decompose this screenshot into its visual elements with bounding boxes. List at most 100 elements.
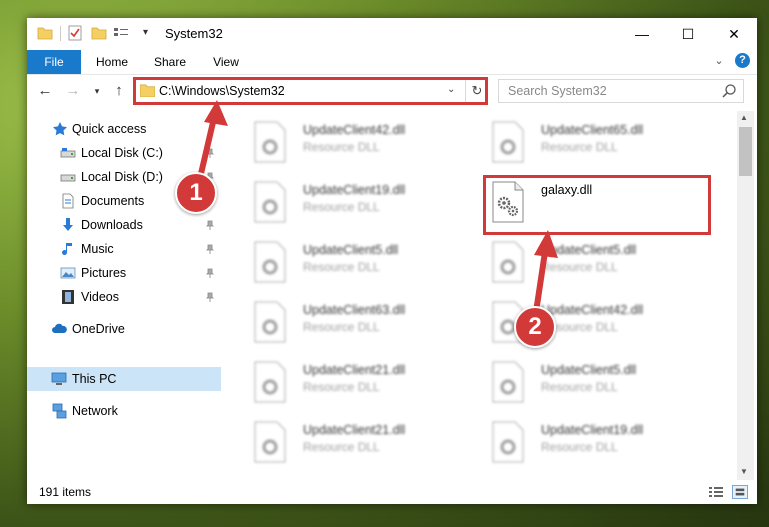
sidebar-item-network[interactable]: Network [27, 399, 221, 423]
properties-check-icon[interactable] [67, 25, 83, 41]
file-type: Resource DLL [541, 260, 618, 274]
file-name: UpdateClient21.dll [303, 423, 406, 437]
chevron-down-icon[interactable]: ⌄ [711, 54, 727, 70]
pin-icon[interactable] [205, 244, 215, 254]
title-bar: ▾ System32 — ☐ ✕ [27, 18, 757, 50]
scroll-thumb[interactable] [739, 127, 752, 176]
list-item[interactable]: UpdateClient5.dll Resource DLL [241, 237, 471, 291]
sidebar-item-this-pc[interactable]: This PC [27, 367, 221, 391]
step-2-badge: 2 [514, 306, 556, 348]
sidebar-item-label: Network [72, 404, 118, 418]
navigation-pane: Quick access Local Disk (C:) Local Disk … [27, 111, 221, 477]
customize-icon[interactable] [113, 25, 129, 41]
item-count: 191 items [39, 485, 92, 499]
file-type: Resource DLL [541, 380, 618, 394]
list-item[interactable]: UpdateClient21.dll Resource DLL [241, 417, 471, 471]
sidebar-item-label: Documents [81, 194, 145, 208]
tab-view[interactable]: View [203, 50, 249, 74]
network-icon [52, 403, 67, 419]
up-arrow-icon[interactable]: ↑ [111, 83, 127, 99]
list-item[interactable]: UpdateClient19.dll Resource DLL [479, 417, 709, 471]
search-input[interactable]: Search System32 [508, 84, 607, 98]
sidebar-item-onedrive[interactable]: OneDrive [27, 317, 221, 341]
scroll-up-icon[interactable]: ▲ [740, 113, 748, 122]
file-name: UpdateClient42.dll [541, 303, 644, 317]
file-name: UpdateClient21.dll [303, 363, 406, 377]
toolbar-separator [60, 26, 61, 41]
folder-icon[interactable] [37, 25, 53, 41]
dll-file-icon [254, 301, 286, 343]
search-icon[interactable] [721, 83, 737, 99]
documents-icon [62, 193, 74, 209]
list-item[interactable]: UpdateClient5.dll Resource DLL [479, 237, 709, 291]
file-name: UpdateClient5.dll [541, 243, 637, 257]
window-title: System32 [165, 26, 223, 41]
sidebar-item-local-disk-c[interactable]: Local Disk (C:) [27, 141, 221, 165]
videos-icon [62, 290, 74, 304]
forward-arrow-icon[interactable]: → [65, 83, 81, 99]
sidebar-item-label: Quick access [72, 122, 147, 136]
scroll-down-icon[interactable]: ▼ [740, 467, 748, 476]
list-item[interactable]: UpdateClient65.dll Resource DLL [479, 117, 709, 171]
sidebar-item-label: OneDrive [72, 322, 125, 336]
file-type: Resource DLL [303, 140, 380, 154]
recent-locations-icon[interactable]: ▾ [89, 83, 105, 99]
minimize-button[interactable]: — [619, 18, 665, 50]
drive-icon [60, 148, 76, 158]
address-bar-highlight [133, 77, 488, 105]
details-view-icon[interactable] [708, 485, 724, 499]
quick-access-dropdown-icon[interactable]: ▾ [143, 27, 148, 38]
star-icon [53, 122, 67, 136]
tab-share[interactable]: Share [145, 50, 195, 74]
search-box[interactable]: Search System32 [498, 79, 744, 103]
pin-icon[interactable] [205, 220, 215, 230]
sidebar-item-quick-access[interactable]: Quick access [27, 117, 221, 141]
pin-icon[interactable] [205, 292, 215, 302]
pin-icon[interactable] [205, 148, 215, 158]
tiles-view-icon[interactable] [732, 485, 748, 499]
dll-file-icon [254, 421, 286, 463]
file-name: UpdateClient5.dll [303, 243, 399, 257]
list-item[interactable]: UpdateClient42.dll Resource DLL [241, 117, 471, 171]
vertical-scrollbar[interactable]: ▲ ▼ [737, 111, 754, 480]
sidebar-item-downloads[interactable]: Downloads [27, 213, 221, 237]
tab-home[interactable]: Home [87, 50, 137, 74]
sidebar-item-label: Downloads [81, 218, 143, 232]
help-button[interactable]: ? [735, 53, 750, 68]
file-type: Resource DLL [541, 440, 618, 454]
sidebar-item-music[interactable]: Music [27, 237, 221, 261]
tab-file[interactable]: File [27, 50, 81, 74]
sidebar-item-label: Music [81, 242, 114, 256]
list-item[interactable]: UpdateClient5.dll Resource DLL [479, 357, 709, 411]
file-type: Resource DLL [541, 140, 618, 154]
downloads-icon [63, 218, 73, 231]
file-type: Resource DLL [303, 440, 380, 454]
close-button[interactable]: ✕ [711, 18, 757, 50]
sidebar-item-label: This PC [72, 372, 117, 386]
dll-file-icon [254, 181, 286, 223]
dll-file-icon [254, 241, 286, 283]
dll-file-icon [254, 361, 286, 403]
computer-icon [51, 372, 67, 385]
list-item[interactable]: UpdateClient63.dll Resource DLL [241, 297, 471, 351]
dll-file-icon [492, 361, 524, 403]
file-type: Resource DLL [303, 200, 380, 214]
back-arrow-icon[interactable]: ← [37, 83, 53, 99]
status-bar: 191 items [27, 480, 757, 504]
new-folder-icon[interactable] [91, 25, 107, 41]
list-item[interactable]: UpdateClient19.dll Resource DLL [241, 177, 471, 231]
sidebar-item-label: Local Disk (D:) [81, 170, 163, 184]
pin-icon[interactable] [205, 268, 215, 278]
list-item[interactable]: UpdateClient21.dll Resource DLL [241, 357, 471, 411]
drive-icon [60, 174, 76, 182]
sidebar-item-label: Videos [81, 290, 119, 304]
maximize-button[interactable]: ☐ [665, 18, 711, 50]
ribbon-tabs: File Home Share View [27, 50, 757, 75]
file-list: UpdateClient42.dll Resource DLL UpdateCl… [233, 111, 737, 477]
dll-file-icon [492, 241, 524, 283]
music-icon [62, 243, 72, 255]
sidebar-item-videos[interactable]: Videos [27, 285, 221, 309]
sidebar-item-pictures[interactable]: Pictures [27, 261, 221, 285]
dll-file-icon [492, 421, 524, 463]
dll-file-icon [254, 121, 286, 163]
